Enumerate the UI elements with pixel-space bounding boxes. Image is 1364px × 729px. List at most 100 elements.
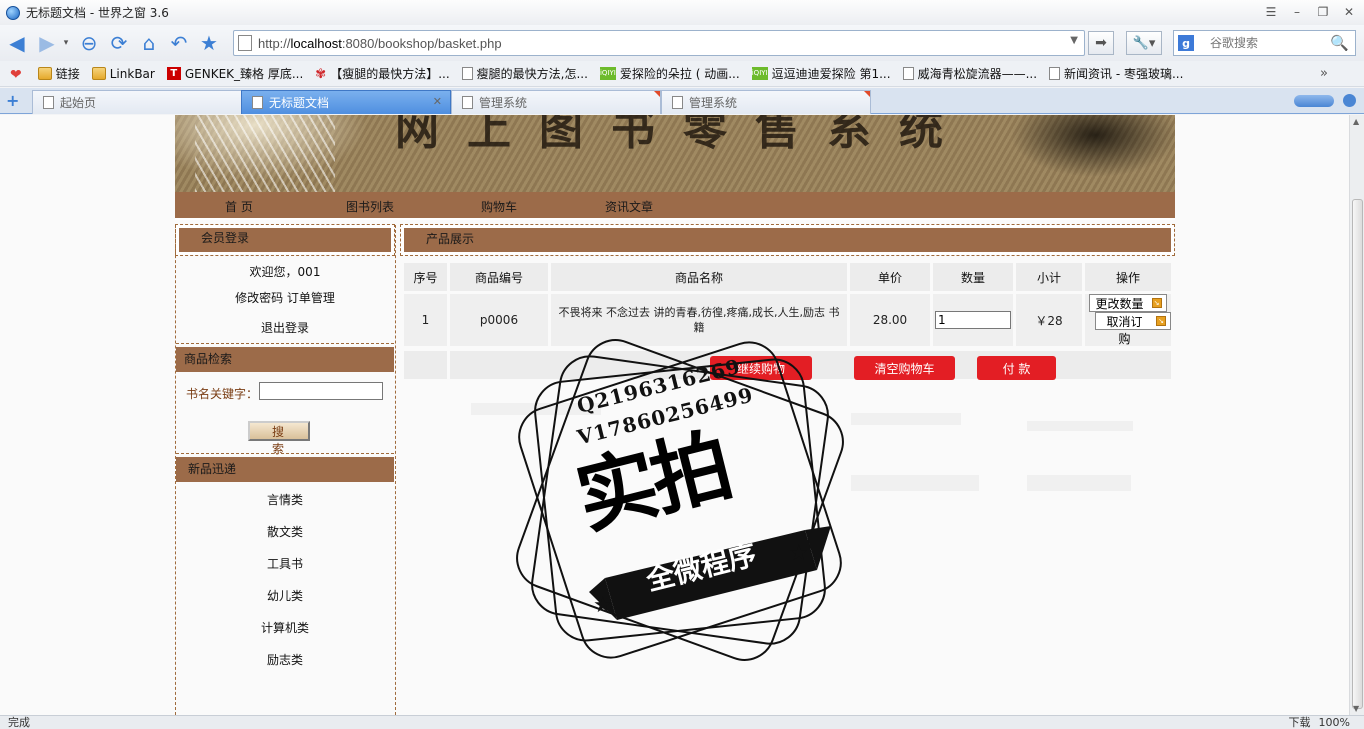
bookmark-item[interactable]: LinkBar (91, 67, 155, 81)
cart-action-bar: 继续购物 清空购物车 付 款 (401, 351, 1174, 380)
tab-admin-1[interactable]: 管理系统 (451, 90, 661, 114)
bookmark-item[interactable]: 瘦腿的最快方法,怎... (461, 65, 588, 82)
nav-cart-link[interactable]: 购物车 (481, 198, 517, 215)
banner-title: 网上图书零售系统 (395, 115, 971, 155)
address-dropdown-icon[interactable]: ▼ (1070, 35, 1078, 46)
history-dropdown-icon[interactable]: ▾ (60, 30, 72, 56)
new-tab-button[interactable]: + (6, 91, 19, 110)
column-header: 商品编号 (450, 263, 548, 291)
bookmark-item[interactable]: 威海青松旋流器——... (902, 65, 1037, 82)
scroll-down-icon[interactable]: ▼ (1353, 704, 1359, 713)
page-icon (252, 96, 263, 109)
category-link[interactable]: 言情类 (176, 491, 394, 508)
left-sidebar: 会员登录 欢迎您，001 修改密码 订单管理 退出登录 商品检索 书名关键字： … (175, 224, 396, 715)
nav-book-list-link[interactable]: 图书列表 (346, 198, 394, 215)
column-header: 单价 (850, 263, 930, 291)
logout-link[interactable]: 退出登录 (176, 319, 394, 336)
close-tab-icon[interactable]: ✕ (433, 95, 442, 108)
book-keyword-input[interactable] (259, 382, 383, 400)
pay-button[interactable]: 付 款 (977, 356, 1056, 380)
tmall-icon: T (166, 67, 181, 80)
scroll-up-icon[interactable]: ▲ (1353, 117, 1359, 126)
address-url[interactable]: http://localhost:8080/bookshop/basket.ph… (258, 36, 502, 51)
category-link[interactable]: 励志类 (176, 651, 394, 668)
search-panel-title: 商品检索 (176, 347, 394, 372)
heart-icon: ❤ (10, 67, 22, 83)
column-header: 小计 (1016, 263, 1082, 291)
bookmarks-more-icon[interactable]: » (1320, 66, 1328, 81)
page-viewport: 网上图书零售系统 首 页 图书列表 购物车 资讯文章 会员登录 欢迎您，001 … (0, 115, 1349, 715)
column-header: 序号 (404, 263, 447, 291)
category-link[interactable]: 计算机类 (176, 619, 394, 636)
address-bar[interactable]: http://localhost:8080/bookshop/basket.ph… (233, 30, 1085, 56)
continue-shopping-button[interactable]: 继续购物 (710, 356, 812, 380)
bookmark-item[interactable]: 链接 (37, 65, 80, 82)
page-icon (43, 96, 54, 109)
search-icon[interactable]: 🔍 (1330, 34, 1349, 52)
account-links[interactable]: 修改密码 订单管理 (176, 289, 394, 306)
vertical-scrollbar[interactable]: ▲ ▼ (1349, 115, 1364, 715)
scrollbar-thumb[interactable] (1352, 199, 1363, 709)
status-text: 完成 (8, 716, 30, 729)
category-link[interactable]: 散文类 (176, 523, 394, 540)
nav-articles-link[interactable]: 资讯文章 (605, 198, 653, 215)
page-icon (462, 96, 473, 109)
quantity-input[interactable] (935, 311, 1011, 329)
tab-menu-icon[interactable] (1343, 94, 1356, 107)
category-link[interactable]: 幼儿类 (176, 587, 394, 604)
undo-close-button[interactable]: ↶ (166, 30, 192, 56)
document-icon (1049, 67, 1061, 80)
category-link[interactable]: 工具书 (176, 555, 394, 572)
change-quantity-button[interactable]: 更改数量 ↘ (1089, 294, 1167, 312)
bookmark-item[interactable]: T GENKEK_臻格 厚底... (166, 65, 303, 82)
bookmark-item[interactable]: 新闻资讯 - 枣强玻璃... (1049, 65, 1183, 82)
tools-button[interactable]: 🔧▾ (1126, 31, 1162, 55)
tab-start-page[interactable]: 起始页 (32, 90, 242, 114)
tab-scroll-control[interactable] (1294, 95, 1334, 107)
cancel-order-button[interactable]: 取消订购 ↘ (1095, 312, 1171, 346)
book-search-button[interactable]: 搜 索 (248, 421, 310, 456)
status-bar: 完成 下载 100% (0, 715, 1364, 729)
search-engine-icon[interactable]: g (1178, 35, 1194, 51)
window-titlebar: 无标题文档 - 世界之窗 3.6 ☰ – ❐ ✕ (0, 0, 1364, 25)
bookmark-item[interactable]: iQIYI 爱探险的朵拉 ( 动画... (599, 65, 740, 82)
nav-home-link[interactable]: 首 页 (225, 198, 253, 215)
forward-button[interactable]: ▶ (34, 30, 60, 56)
bookmark-favorites[interactable]: ❤ (10, 67, 26, 83)
close-button[interactable]: ✕ (1340, 4, 1358, 20)
row-actions: 更改数量 ↘ 取消订购 ↘ (1085, 294, 1171, 346)
bookmark-item[interactable]: ✾ 【瘦腿的最快方法】... (315, 65, 449, 82)
restore-button[interactable]: ❐ (1314, 4, 1332, 20)
stop-button[interactable]: ⊖ (76, 30, 102, 56)
clear-cart-button[interactable]: 清空购物车 (854, 356, 955, 380)
window-title: 无标题文档 - 世界之窗 3.6 (26, 6, 169, 20)
open-book-image (195, 115, 335, 192)
page-icon (238, 35, 252, 51)
new-arrivals-title: 新品迅递 (176, 457, 394, 482)
site-main-nav: 首 页 图书列表 购物车 资讯文章 (175, 192, 1175, 220)
favorite-button[interactable]: ★ (196, 30, 222, 56)
window-controls: ☰ – ❐ ✕ (1262, 4, 1358, 20)
document-icon (902, 67, 914, 80)
refresh-button[interactable]: ⟳ (106, 30, 132, 56)
menu-icon[interactable]: ☰ (1262, 4, 1280, 20)
bookmark-item[interactable]: iQIYI 逗逗迪迪爱探险 第1... (751, 65, 891, 82)
go-button[interactable]: ➡ (1088, 31, 1114, 55)
keyword-label: 书名关键字： (186, 387, 259, 401)
folder-icon (37, 67, 52, 80)
back-button[interactable]: ◀ (4, 30, 30, 56)
zoom-level[interactable]: 100% (1319, 716, 1350, 729)
home-button[interactable]: ⌂ (136, 30, 162, 56)
document-icon (461, 67, 473, 80)
search-box[interactable]: g 🔍 (1173, 30, 1356, 56)
tab-admin-2[interactable]: 管理系统 (661, 90, 871, 114)
table-row: 1 p0006 不畏将来 不念过去 讲的青春,彷徨,疼痛,成长,人生,励志 书籍… (404, 294, 1171, 346)
unit-price: 28.00 (850, 294, 930, 346)
page-icon (672, 96, 683, 109)
search-input[interactable] (1210, 36, 1330, 50)
column-header: 数量 (933, 263, 1013, 291)
minimize-button[interactable]: – (1288, 4, 1306, 20)
download-label[interactable]: 下载 (1289, 716, 1311, 729)
column-header: 操作 (1085, 263, 1171, 291)
tab-untitled[interactable]: 无标题文档 ✕ (241, 90, 451, 114)
